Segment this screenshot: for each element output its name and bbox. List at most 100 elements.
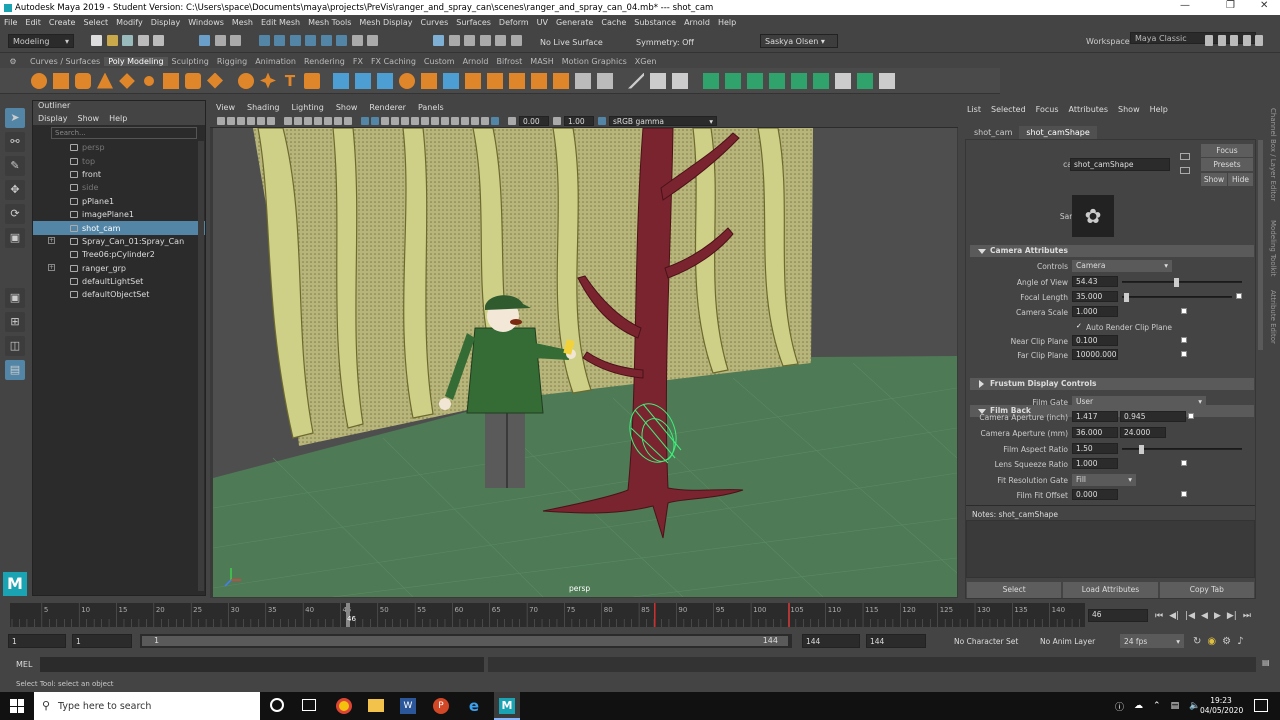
focal-length-field[interactable]: 35.000 (1072, 291, 1118, 302)
shelf-tab-bifrost[interactable]: Bifrost (492, 57, 526, 66)
lights-icon[interactable] (401, 116, 409, 125)
select-hierarchy-icon[interactable] (199, 35, 210, 46)
connect-icon[interactable] (672, 72, 688, 89)
poly-plane-icon[interactable] (119, 72, 135, 89)
menu-uv[interactable]: UV (533, 18, 552, 27)
menu-arnold[interactable]: Arnold (680, 18, 714, 27)
load-attributes-button[interactable]: Load Attributes (1063, 582, 1158, 598)
near-clip-field[interactable]: 0.100 (1072, 335, 1118, 346)
outliner-item[interactable]: defaultLightSet (33, 275, 205, 288)
edge-icon[interactable]: e (466, 698, 482, 714)
super-shape-icon[interactable] (238, 72, 254, 89)
sweep-mesh-icon[interactable] (260, 72, 276, 89)
select-button[interactable]: Select (967, 582, 1062, 598)
xray-components-icon[interactable] (481, 116, 489, 125)
ae-menu-help[interactable]: Help (1145, 105, 1173, 114)
viewport-menu-shading[interactable]: Shading (241, 103, 286, 112)
presets-button[interactable]: Presets (1201, 158, 1253, 171)
menu-surfaces[interactable]: Surfaces (452, 18, 495, 27)
type-tool-icon[interactable]: T (282, 73, 298, 89)
grease-pencil-icon[interactable] (267, 116, 275, 125)
aperture-inch-x-field[interactable]: 1.417 (1072, 411, 1118, 422)
go-to-end-icon[interactable]: ⏭ (1243, 611, 1251, 621)
cylindrical-uv-icon[interactable] (769, 72, 785, 89)
menu-display[interactable]: Display (147, 18, 185, 27)
playback-end-field[interactable]: 144 (802, 634, 860, 648)
minimize-icon[interactable]: — (1180, 0, 1190, 11)
shelf-tab-fx-caching[interactable]: FX Caching (367, 57, 420, 66)
range-slider-handle[interactable] (142, 636, 788, 646)
bookmark-icon[interactable] (237, 116, 245, 125)
render-frame-icon[interactable] (433, 35, 444, 46)
save-scene-icon[interactable] (122, 35, 134, 46)
start-icon[interactable] (10, 699, 24, 713)
shelf-tab-fx[interactable]: FX (349, 57, 367, 66)
anim-layer-dropdown[interactable]: No Anim Layer (1036, 634, 1114, 648)
rotate-tool-icon[interactable]: ⟳ (5, 204, 25, 224)
menu-mesh-tools[interactable]: Mesh Tools (304, 18, 355, 27)
safe-title-icon[interactable] (344, 116, 352, 125)
ae-tab-shot-camshape[interactable]: shot_camShape (1019, 125, 1097, 139)
auto-key-icon[interactable]: ◉ (1207, 636, 1216, 647)
toggle-toolkit-icon[interactable] (1255, 35, 1264, 46)
cloud-tray-icon[interactable]: ☁ (1134, 701, 1143, 711)
volume-icon[interactable]: 🔈 (1189, 701, 1200, 711)
fill-hole-icon[interactable] (553, 72, 569, 89)
ambient-occlusion-icon[interactable] (421, 116, 429, 125)
menu-generate[interactable]: Generate (552, 18, 597, 27)
bevel-icon[interactable] (487, 72, 503, 89)
angle-of-view-slider[interactable] (1122, 278, 1242, 287)
menu-file[interactable]: File (0, 18, 21, 27)
2d-pan-icon[interactable] (257, 116, 265, 125)
poly-pipe-icon[interactable] (185, 72, 201, 89)
menu-substance[interactable]: Substance (630, 18, 680, 27)
keyframe-marker[interactable] (788, 603, 790, 627)
user-account-dropdown[interactable]: Saskya Olsen ▾ (760, 34, 838, 48)
field-chart-icon[interactable] (324, 116, 332, 125)
go-to-start-icon[interactable]: ⏮ (1155, 611, 1163, 621)
boolean-icon[interactable] (399, 72, 415, 89)
snap-vertex-icon[interactable] (336, 35, 348, 46)
task-view-icon[interactable] (302, 699, 316, 711)
aperture-mm-x-field[interactable]: 36.000 (1072, 427, 1118, 438)
smooth-shade-icon[interactable] (371, 116, 379, 125)
mode-dropdown[interactable]: Modeling ▾ (8, 34, 74, 48)
toggle-panel-icon[interactable] (1217, 35, 1226, 46)
playback-settings-icon[interactable]: ⚙ (1222, 636, 1231, 647)
aperture-inch-key-icon[interactable] (1188, 413, 1194, 419)
outliner-item[interactable]: pPlane1 (33, 195, 205, 208)
grid-icon[interactable] (284, 116, 292, 125)
svg-tool-icon[interactable] (304, 72, 320, 89)
auto-clip-checkbox[interactable]: ✓ (1076, 323, 1083, 330)
far-clip-field[interactable]: 10000.000 (1072, 349, 1118, 360)
shelf-tab-mash[interactable]: MASH (526, 57, 557, 66)
menu-mesh-display[interactable]: Mesh Display (355, 18, 416, 27)
hide-button[interactable]: Hide (1228, 173, 1253, 186)
side-tab-attribute-editor[interactable]: Attribute Editor (1269, 290, 1277, 344)
outliner-item[interactable]: imagePlane1 (33, 208, 205, 221)
shelf-settings-icon[interactable]: ⚙ (0, 57, 26, 66)
combine-icon[interactable] (333, 72, 349, 89)
focal-length-slider[interactable] (1122, 293, 1232, 302)
show-button[interactable]: Show (1201, 173, 1227, 186)
single-view-icon[interactable]: ▣ (5, 288, 25, 308)
outliner-menu-help[interactable]: Help (104, 114, 132, 123)
safe-action-icon[interactable] (334, 116, 342, 125)
aspect-ratio-slider[interactable] (1122, 445, 1242, 454)
aspect-ratio-slider-handle[interactable] (1139, 445, 1145, 454)
loop-icon[interactable]: ↻ (1193, 636, 1201, 647)
taskbar-search[interactable]: ⚲ Type here to search (34, 692, 260, 720)
maya-taskbar-button[interactable]: M (494, 692, 520, 720)
lasso-tool-icon[interactable]: ⚯ (5, 132, 25, 152)
maximize-icon[interactable]: ❐ (1226, 0, 1235, 11)
select-component-icon[interactable] (230, 35, 242, 46)
range-slider[interactable]: 1 144 (140, 634, 792, 648)
live-surface-label[interactable]: No Live Surface (540, 38, 603, 47)
aperture-inch-y-field[interactable]: 0.945 (1120, 411, 1186, 422)
step-back-frame-icon[interactable]: |◀ (1185, 611, 1195, 621)
gamma-icon[interactable] (553, 116, 561, 125)
menu-windows[interactable]: Windows (184, 18, 228, 27)
side-by-side-icon[interactable]: ◫ (5, 336, 25, 356)
frustum-display-section[interactable]: Frustum Display Controls (970, 378, 1254, 390)
toggle-sidebar-icon[interactable] (1205, 35, 1213, 46)
